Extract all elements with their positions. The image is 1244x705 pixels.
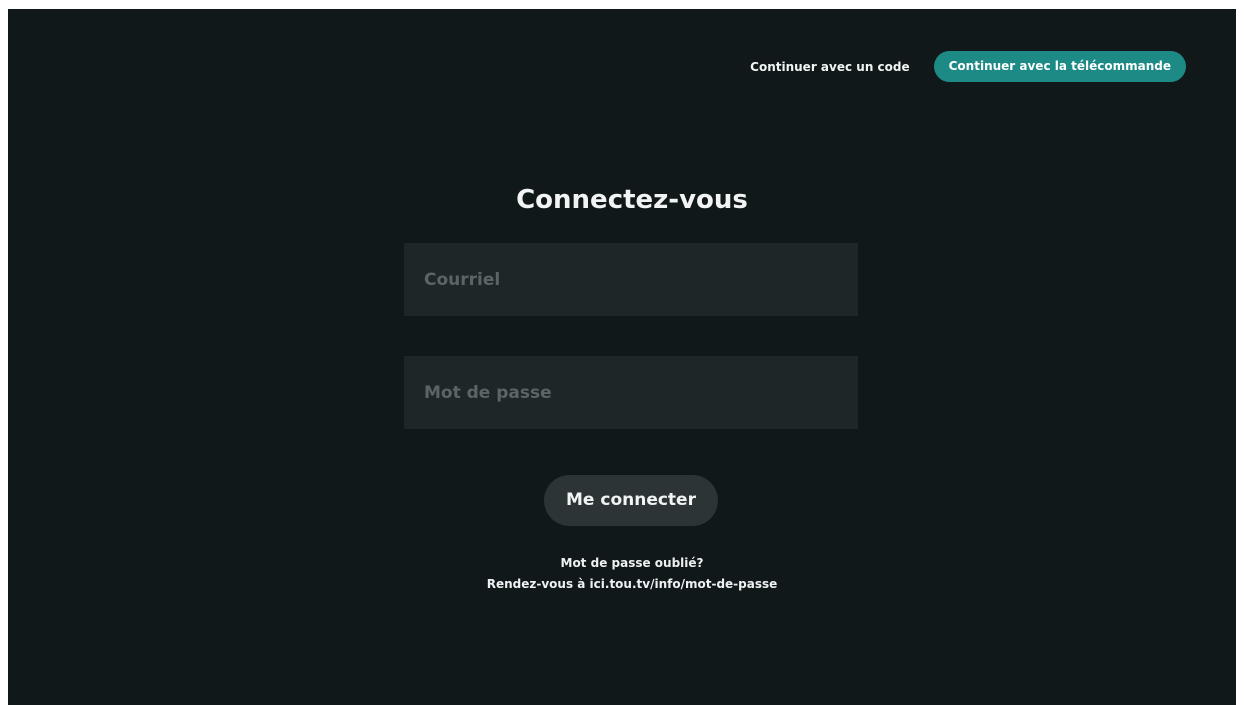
password-placeholder: Mot de passe xyxy=(424,382,552,403)
email-placeholder: Courriel xyxy=(424,269,501,290)
reset-instructions: Rendez-vous à ici.tou.tv/info/mot-de-pas… xyxy=(8,574,1244,595)
continue-with-remote-button[interactable]: Continuer avec la télécommande xyxy=(933,51,1186,82)
password-help: Mot de passe oublié? Rendez-vous à ici.t… xyxy=(8,553,1244,595)
login-button[interactable]: Me connecter xyxy=(544,475,718,526)
password-field[interactable]: Mot de passe xyxy=(404,356,858,429)
reset-prefix: Rendez-vous à xyxy=(486,577,590,591)
top-actions: Continuer avec un code Continuer avec la… xyxy=(750,51,1186,82)
email-field[interactable]: Courriel xyxy=(404,243,858,316)
login-screen: Continuer avec un code Continuer avec la… xyxy=(8,9,1236,705)
continue-with-code-link[interactable]: Continuer avec un code xyxy=(750,60,909,74)
reset-url: ici.tou.tv/info/mot-de-passe xyxy=(589,577,778,591)
forgot-password-text: Mot de passe oublié? xyxy=(560,556,704,570)
page-title: Connectez-vous xyxy=(516,185,748,215)
